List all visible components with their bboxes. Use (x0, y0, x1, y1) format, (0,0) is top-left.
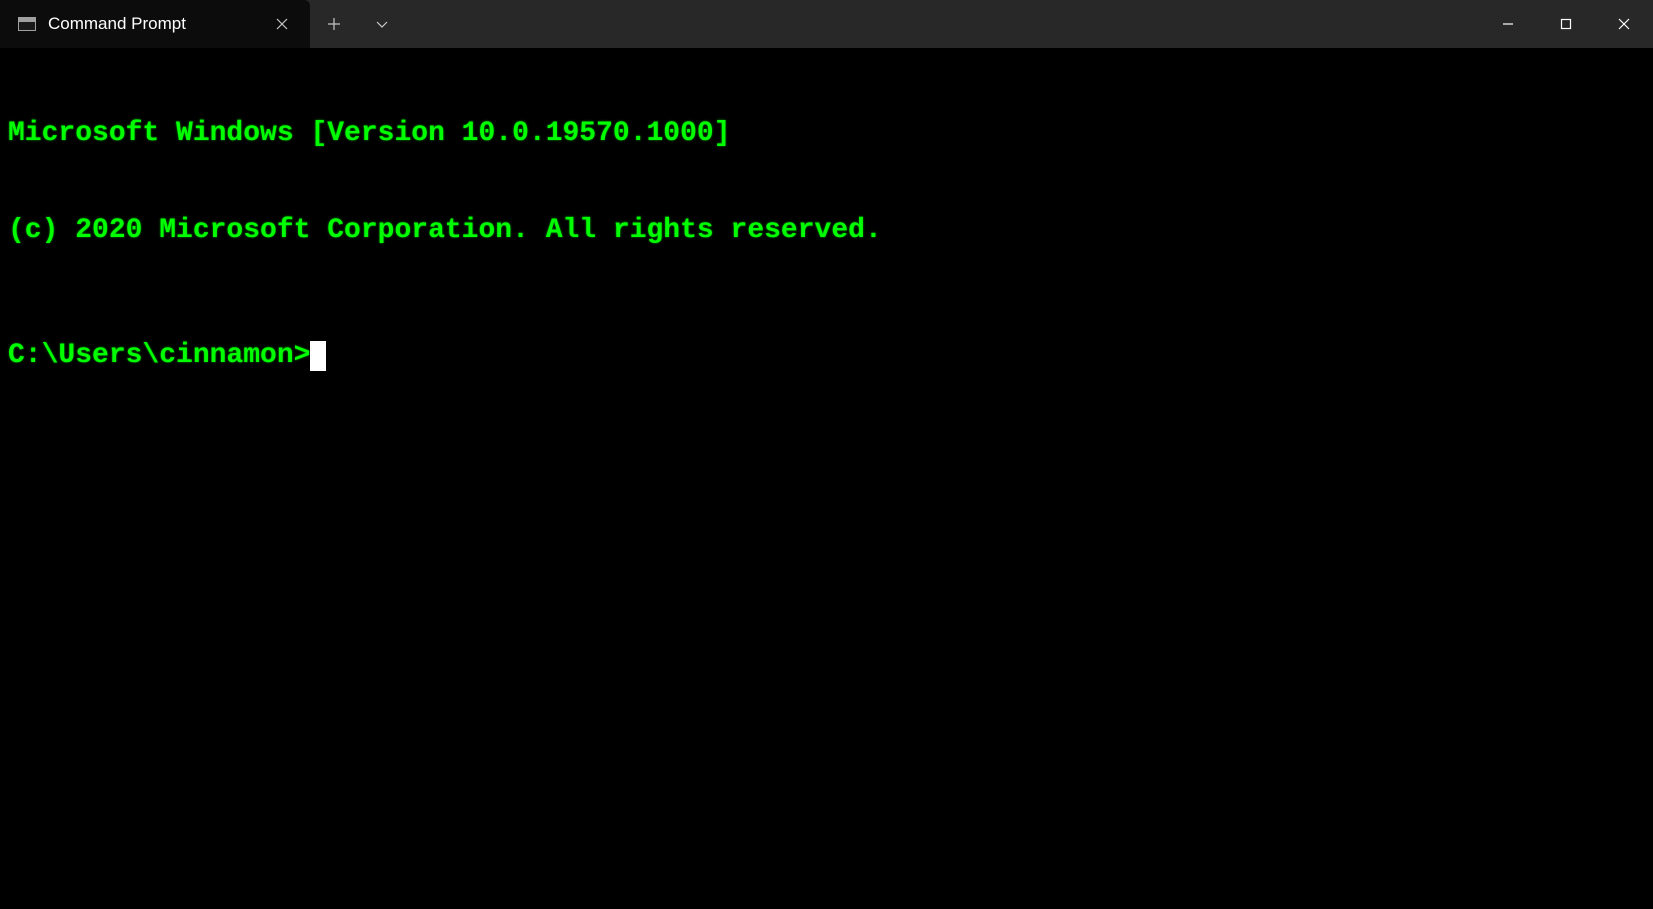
tab-dropdown-button[interactable] (358, 0, 406, 48)
terminal-line: Microsoft Windows [Version 10.0.19570.10… (8, 118, 1645, 150)
close-window-button[interactable] (1595, 0, 1653, 48)
window-controls (1479, 0, 1653, 48)
terminal-line: (c) 2020 Microsoft Corporation. All righ… (8, 215, 1645, 247)
close-tab-button[interactable] (266, 8, 298, 40)
tab-command-prompt[interactable]: Command Prompt (0, 0, 310, 48)
close-icon (1618, 18, 1630, 30)
minimize-button[interactable] (1479, 0, 1537, 48)
chevron-down-icon (375, 17, 389, 31)
terminal-icon (18, 17, 36, 31)
terminal-cursor (310, 341, 326, 371)
minimize-icon (1502, 18, 1514, 30)
plus-icon (327, 17, 341, 31)
tab-title: Command Prompt (48, 14, 254, 34)
maximize-button[interactable] (1537, 0, 1595, 48)
terminal-prompt: C:\Users\cinnamon> (8, 340, 310, 372)
titlebar: Command Prompt (0, 0, 1653, 48)
new-tab-button[interactable] (310, 0, 358, 48)
tab-controls (310, 0, 406, 48)
titlebar-drag-area[interactable] (406, 0, 1479, 48)
terminal-area[interactable]: Microsoft Windows [Version 10.0.19570.10… (0, 48, 1653, 909)
maximize-icon (1560, 18, 1572, 30)
close-icon (276, 18, 288, 30)
terminal-prompt-line: C:\Users\cinnamon> (8, 340, 1645, 372)
